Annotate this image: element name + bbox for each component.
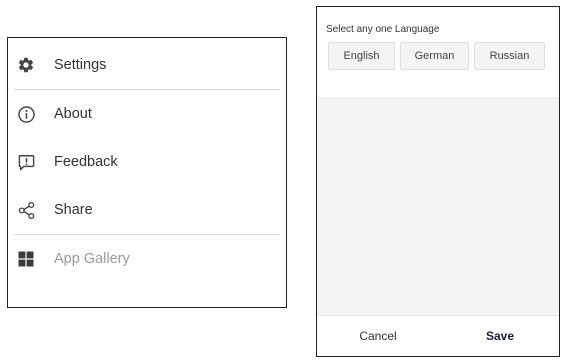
overflow-menu: Settings About Feedback Share App Galler…	[7, 37, 287, 308]
language-option-german[interactable]: German	[400, 42, 469, 70]
cancel-button[interactable]: Cancel	[323, 316, 433, 356]
menu-item-label: App Gallery	[54, 251, 130, 267]
save-button[interactable]: Save	[445, 316, 555, 356]
menu-item-share[interactable]: Share	[8, 186, 286, 234]
app-grid-icon	[16, 249, 36, 269]
menu-item-app-gallery[interactable]: App Gallery	[8, 235, 286, 283]
language-dialog: Select any one Language English German R…	[316, 6, 560, 357]
info-icon	[16, 104, 36, 124]
gear-icon	[16, 55, 36, 75]
menu-item-label: Feedback	[54, 154, 118, 170]
dialog-content-area	[317, 97, 559, 316]
language-option-russian[interactable]: Russian	[474, 42, 545, 70]
menu-item-settings[interactable]: Settings	[8, 41, 286, 89]
feedback-icon	[16, 152, 36, 172]
dialog-header: Select any one Language English German R…	[317, 7, 559, 97]
menu-item-label: Settings	[54, 57, 107, 73]
menu-item-label: About	[54, 106, 92, 122]
menu-item-about[interactable]: About	[8, 90, 286, 138]
language-option-english[interactable]: English	[328, 42, 395, 70]
share-icon	[16, 200, 36, 220]
menu-item-feedback[interactable]: Feedback	[8, 138, 286, 186]
dialog-footer: Cancel Save	[317, 315, 559, 356]
dialog-title: Select any one Language	[326, 24, 440, 35]
menu-item-label: Share	[54, 202, 93, 218]
